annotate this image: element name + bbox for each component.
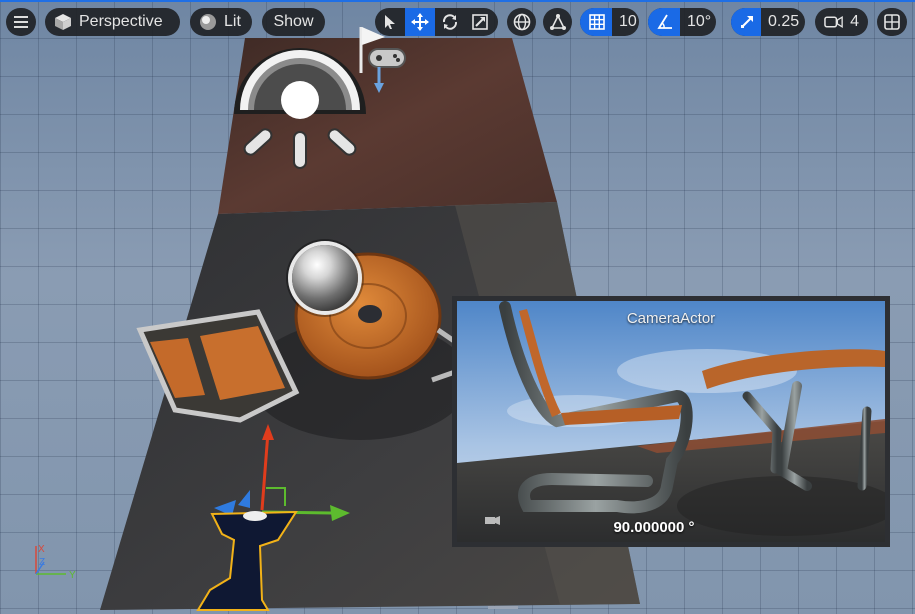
level-viewport[interactable]: Perspective Lit Show 10 10° 0.25 4 Camer… bbox=[0, 0, 915, 614]
perspective-label: Perspective bbox=[79, 13, 163, 30]
globe-icon bbox=[513, 13, 530, 31]
move-arrows-icon bbox=[411, 13, 429, 31]
hamburger-menu-icon bbox=[14, 16, 28, 28]
scale-icon bbox=[472, 14, 488, 30]
translate-tool-button[interactable] bbox=[405, 8, 435, 36]
camera-fov-readout: 90.000000 ° bbox=[613, 519, 695, 536]
camera-preview-title: CameraActor bbox=[626, 310, 716, 327]
angle-icon bbox=[657, 14, 672, 29]
camera-speed-button[interactable]: 4 bbox=[815, 8, 868, 36]
lit-view-mode-button[interactable]: Lit bbox=[190, 8, 252, 36]
scale-tool-button[interactable] bbox=[465, 8, 495, 36]
viewport-layout-button[interactable] bbox=[877, 8, 907, 36]
grid-snap-button[interactable]: 10 bbox=[580, 8, 639, 36]
surface-snap-icon bbox=[549, 14, 566, 30]
perspective-button[interactable]: Perspective bbox=[45, 8, 180, 36]
grid-snap-toggle[interactable] bbox=[580, 8, 612, 36]
directional-light-icon[interactable] bbox=[232, 40, 368, 175]
rotation-snap-button[interactable]: 10° bbox=[648, 8, 716, 36]
scale-snap-toggle[interactable] bbox=[731, 8, 761, 36]
scale-snap-icon bbox=[741, 16, 753, 28]
show-flags-button[interactable]: Show bbox=[262, 8, 325, 36]
camera-speed-value: 4 bbox=[850, 13, 859, 30]
rotate-icon bbox=[442, 14, 458, 30]
reflection-capture-sphere[interactable] bbox=[292, 245, 358, 311]
cursor-icon bbox=[385, 15, 395, 29]
scale-snap-value: 0.25 bbox=[768, 13, 800, 30]
select-tool-button[interactable] bbox=[375, 8, 405, 36]
viewport-menu-button[interactable] bbox=[6, 8, 36, 36]
surface-snapping-button[interactable] bbox=[543, 8, 572, 36]
lit-label: Lit bbox=[224, 13, 241, 30]
grid-icon bbox=[589, 14, 605, 30]
rotation-snap-toggle[interactable] bbox=[648, 8, 680, 36]
cube-icon bbox=[55, 14, 71, 30]
viewport-toolbar: Perspective Lit Show 10 10° 0.25 4 bbox=[0, 6, 915, 38]
layout-grid-icon bbox=[884, 14, 900, 30]
video-camera-icon bbox=[824, 16, 843, 28]
scale-snap-button[interactable]: 0.25 bbox=[731, 8, 805, 36]
rotation-snap-value: 10° bbox=[687, 13, 712, 30]
camera-preview-render bbox=[457, 301, 885, 542]
rotate-tool-button[interactable] bbox=[435, 8, 465, 36]
world-local-space-button[interactable] bbox=[507, 8, 536, 36]
lit-sphere-icon bbox=[200, 14, 216, 30]
show-label: Show bbox=[273, 13, 314, 30]
axis-indicator: X Z Y bbox=[35, 544, 76, 581]
axis-x-label: X bbox=[38, 544, 45, 555]
transform-tools-group bbox=[375, 8, 498, 36]
camera-preview-panel: CameraActor 90.000000 ° bbox=[452, 296, 890, 547]
axis-z-label: Z bbox=[39, 557, 45, 568]
axis-y-label: Y bbox=[69, 570, 76, 581]
grid-snap-value: 10 bbox=[619, 13, 637, 30]
